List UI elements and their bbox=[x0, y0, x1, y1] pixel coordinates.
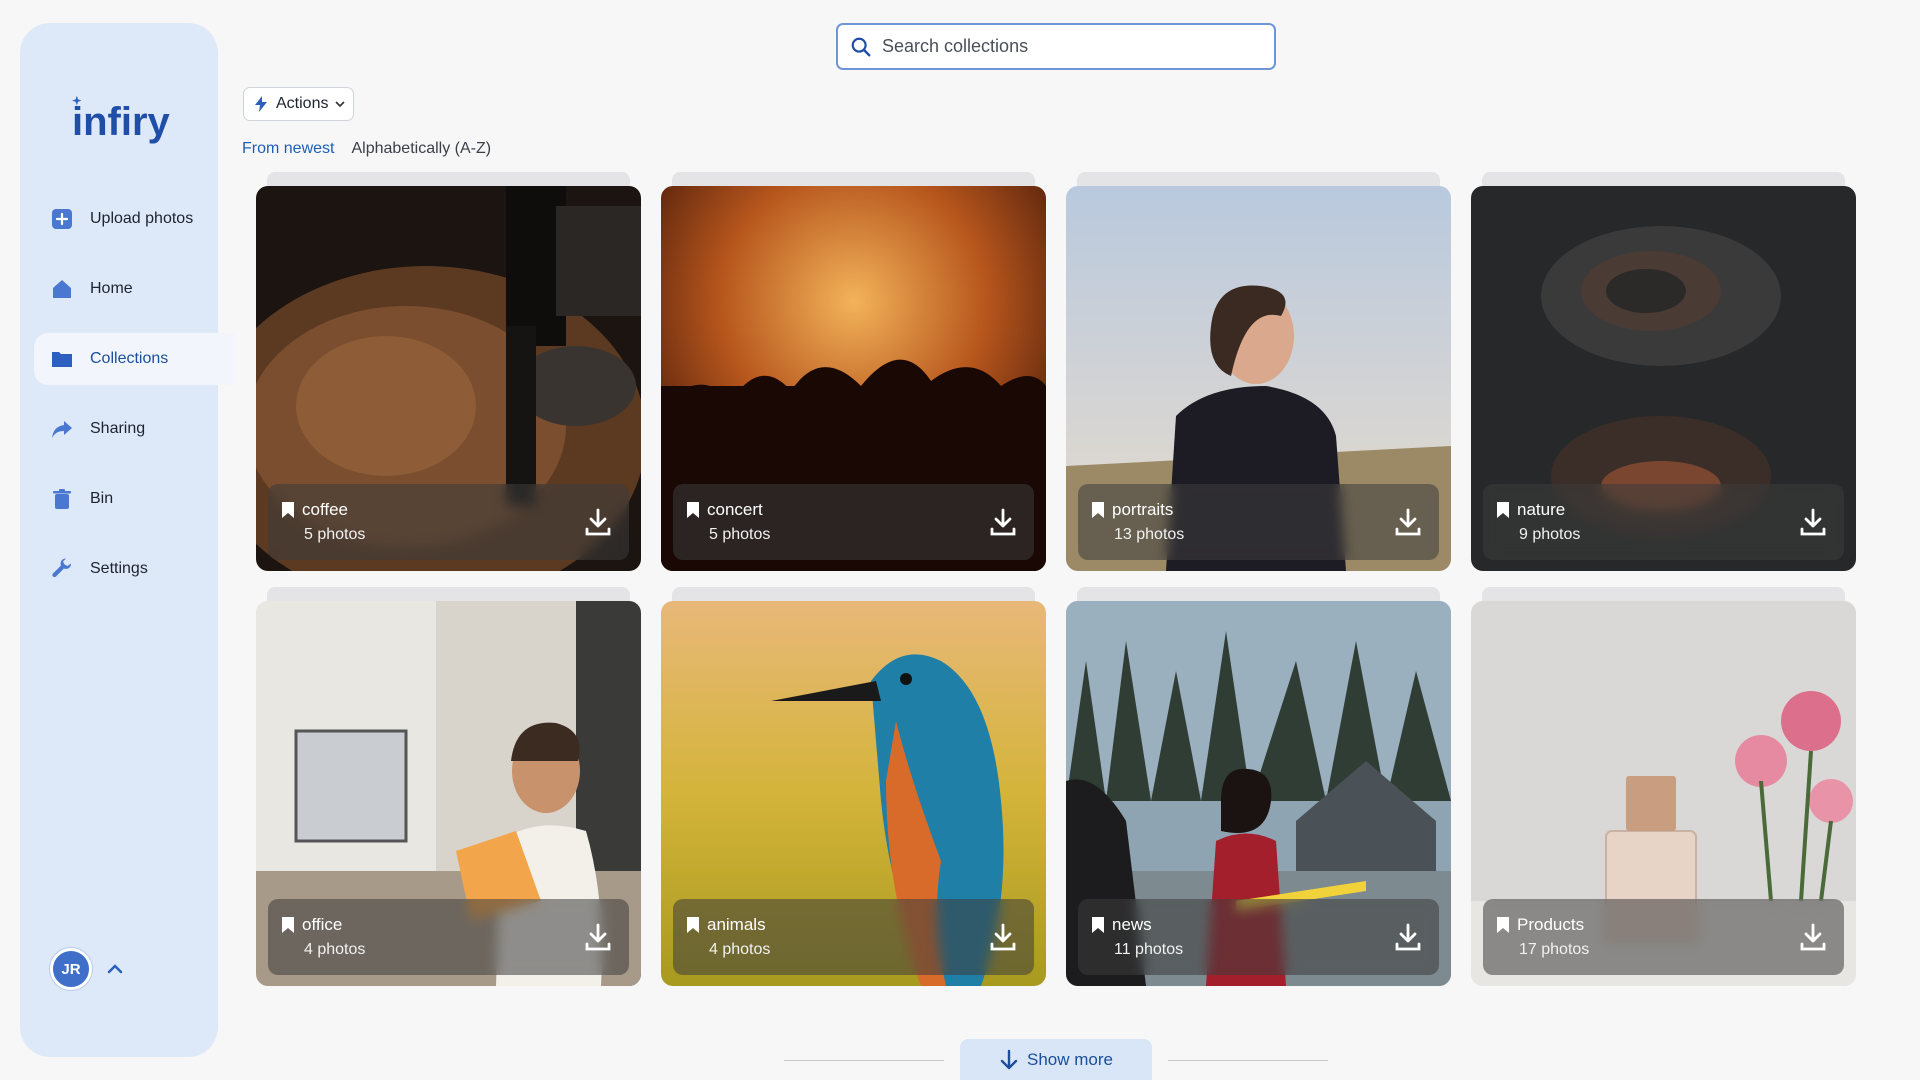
collection-info-overlay: animals 4 photos bbox=[673, 899, 1034, 975]
collection-card-portraits[interactable]: portraits 13 photos bbox=[1066, 172, 1451, 572]
collection-count: 13 photos bbox=[1114, 526, 1185, 543]
show-more-button[interactable]: Show more bbox=[960, 1039, 1152, 1080]
sidebar-item-label: Bin bbox=[90, 490, 114, 507]
bookmark-icon bbox=[687, 502, 699, 518]
sidebar-item-label: Collections bbox=[90, 350, 169, 367]
user-menu[interactable]: JR bbox=[50, 948, 124, 990]
plus-square-icon bbox=[50, 207, 74, 231]
collection-info-overlay: news 11 photos bbox=[1078, 899, 1439, 975]
app-logo[interactable]: infiry bbox=[70, 83, 190, 163]
collection-name: nature bbox=[1517, 500, 1566, 519]
sort-option-alphabetical[interactable]: Alphabetically (A-Z) bbox=[351, 140, 491, 158]
download-icon[interactable] bbox=[988, 507, 1018, 537]
chevron-up-icon[interactable] bbox=[106, 960, 124, 978]
sidebar-nav: Upload photos Home Collections Sharing B… bbox=[20, 193, 234, 613]
download-icon[interactable] bbox=[583, 507, 613, 537]
bookmark-icon bbox=[1092, 502, 1104, 518]
bookmark-icon bbox=[1092, 917, 1104, 933]
collection-card-nature[interactable]: nature 9 photos bbox=[1471, 172, 1856, 572]
divider-left bbox=[784, 1060, 944, 1061]
collection-count: 17 photos bbox=[1519, 941, 1590, 958]
search-icon bbox=[851, 37, 871, 56]
share-arrow-icon bbox=[50, 417, 74, 441]
collection-info-overlay: office 4 photos bbox=[268, 899, 629, 975]
sidebar-item-bin[interactable]: Bin bbox=[20, 473, 218, 525]
bookmark-icon bbox=[687, 917, 699, 933]
collection-name: portraits bbox=[1112, 500, 1174, 519]
collection-info-overlay: portraits 13 photos bbox=[1078, 484, 1439, 560]
collection-info-overlay: Products 17 photos bbox=[1483, 899, 1844, 975]
wrench-icon bbox=[50, 557, 74, 581]
collection-card-animals[interactable]: animals 4 photos bbox=[661, 587, 1046, 987]
sidebar-item-collections[interactable]: Collections bbox=[34, 333, 234, 385]
collection-count: 4 photos bbox=[304, 941, 366, 958]
collection-name: news bbox=[1112, 915, 1152, 934]
actions-button[interactable]: Actions bbox=[243, 87, 354, 121]
collection-count: 4 photos bbox=[709, 941, 771, 958]
collection-name: Products bbox=[1517, 915, 1585, 934]
sort-options: From newest Alphabetically (A-Z) bbox=[242, 140, 491, 158]
collection-card-coffee[interactable]: coffee 5 photos bbox=[256, 172, 641, 572]
sidebar-item-upload-photos[interactable]: Upload photos bbox=[20, 193, 218, 245]
collection-count: 5 photos bbox=[304, 526, 366, 543]
collection-count: 9 photos bbox=[1519, 526, 1581, 543]
sidebar-item-label: Upload photos bbox=[90, 210, 194, 227]
sidebar-item-label: Settings bbox=[90, 560, 148, 577]
arrow-down-icon bbox=[1000, 1049, 1018, 1069]
download-icon[interactable] bbox=[1393, 922, 1423, 952]
sidebar-item-settings[interactable]: Settings bbox=[20, 543, 218, 595]
sidebar-item-home[interactable]: Home bbox=[20, 263, 218, 315]
home-icon bbox=[50, 277, 74, 301]
download-icon[interactable] bbox=[583, 922, 613, 952]
collection-name: coffee bbox=[302, 500, 349, 519]
actions-button-label: Actions bbox=[276, 95, 329, 112]
bookmark-icon bbox=[282, 917, 294, 933]
folder-icon bbox=[50, 347, 74, 371]
collection-count: 11 photos bbox=[1114, 941, 1184, 958]
divider-right bbox=[1168, 1060, 1328, 1061]
collection-name: concert bbox=[707, 500, 763, 519]
download-icon[interactable] bbox=[1393, 507, 1423, 537]
bookmark-icon bbox=[1497, 502, 1509, 518]
collection-card-concert[interactable]: concert 5 photos bbox=[661, 172, 1046, 572]
logo-text: infiry bbox=[72, 100, 171, 144]
lightning-icon bbox=[255, 96, 267, 112]
search-bar bbox=[836, 23, 1276, 70]
download-icon[interactable] bbox=[1798, 922, 1828, 952]
collection-name: animals bbox=[707, 915, 766, 934]
collection-card-office[interactable]: office 4 photos bbox=[256, 587, 641, 987]
chevron-down-icon bbox=[335, 101, 346, 108]
sidebar: infiry Upload photos Home Collections Sh… bbox=[20, 23, 234, 1057]
sidebar-item-label: Sharing bbox=[90, 420, 146, 437]
infiry-logo-icon: infiry bbox=[72, 95, 171, 144]
download-icon[interactable] bbox=[988, 922, 1018, 952]
avatar[interactable]: JR bbox=[50, 948, 92, 990]
collection-info-overlay: coffee 5 photos bbox=[268, 484, 629, 560]
collection-info-overlay: nature 9 photos bbox=[1483, 484, 1844, 560]
search-input[interactable] bbox=[882, 36, 1262, 57]
sort-option-newest[interactable]: From newest bbox=[242, 140, 334, 158]
sidebar-item-sharing[interactable]: Sharing bbox=[20, 403, 218, 455]
show-more-label: Show more bbox=[1027, 1049, 1113, 1069]
trash-icon bbox=[50, 487, 74, 511]
collection-card-news[interactable]: news 11 photos bbox=[1066, 587, 1451, 987]
download-icon[interactable] bbox=[1798, 507, 1828, 537]
collection-info-overlay: concert 5 photos bbox=[673, 484, 1034, 560]
show-more-area: Show more bbox=[784, 1039, 1328, 1080]
collection-card-products[interactable]: Products 17 photos bbox=[1471, 587, 1856, 987]
sidebar-item-label: Home bbox=[90, 280, 133, 297]
bookmark-icon bbox=[282, 502, 294, 518]
collection-count: 5 photos bbox=[709, 526, 771, 543]
bookmark-icon bbox=[1497, 917, 1509, 933]
collection-name: office bbox=[302, 915, 343, 934]
